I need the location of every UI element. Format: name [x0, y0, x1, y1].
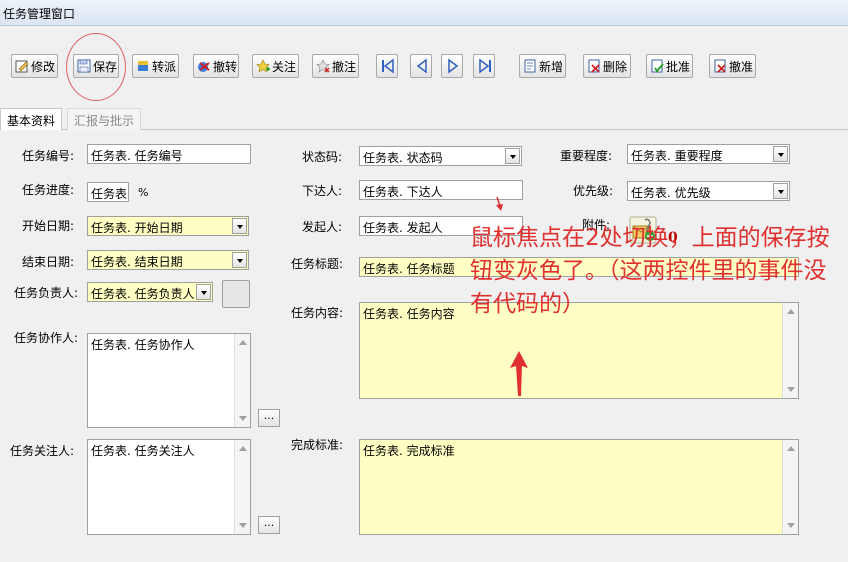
next-record-button[interactable]: [441, 54, 463, 78]
star-remove-icon: [316, 59, 330, 73]
title-label: 任务标题:: [291, 257, 344, 271]
collaborators-label: 任务协作人:: [14, 331, 79, 345]
chevron-down-icon[interactable]: [196, 284, 211, 300]
task-no-label: 任务编号:: [22, 149, 75, 163]
collaborators-memo[interactable]: 任务表. 任务协作人: [87, 333, 251, 428]
next-record-icon: [448, 58, 459, 74]
owner-picker-button[interactable]: [222, 280, 250, 308]
first-record-icon: [382, 58, 394, 74]
chevron-down-icon[interactable]: [505, 148, 520, 164]
criteria-label: 完成标准:: [291, 438, 344, 452]
previous-record-button[interactable]: [410, 54, 432, 78]
collaborators-scrollbar[interactable]: [234, 334, 250, 427]
annotation-text: 鼠标焦点在2处切换，上面的保存按钮变灰色了。（这两控件里的事件没有代码的）: [470, 225, 830, 317]
priority-label: 优先级:: [573, 184, 614, 198]
window-title: 任务管理窗口: [3, 7, 76, 21]
new-button[interactable]: 新增: [519, 54, 566, 78]
unfollow-button[interactable]: 撤注: [312, 54, 359, 78]
chevron-down-icon[interactable]: [232, 218, 247, 234]
approve-button[interactable]: 批准: [646, 54, 693, 78]
followers-browse-button[interactable]: ...: [258, 516, 280, 534]
progress-unit: %: [138, 186, 149, 199]
assigner-label: 下达人:: [302, 184, 343, 198]
end-date-combo[interactable]: 任务表. 结束日期: [87, 250, 249, 270]
progress-field[interactable]: 任务表: [87, 182, 129, 202]
follow-button[interactable]: 关注: [252, 54, 299, 78]
start-date-label: 开始日期:: [22, 219, 75, 233]
delete-document-icon: [587, 59, 601, 73]
start-date-combo[interactable]: 任务表. 开始日期: [87, 216, 249, 236]
content-label: 任务内容:: [291, 306, 344, 320]
status-combo[interactable]: 任务表. 状态码: [359, 146, 522, 166]
star-plus-icon: [256, 59, 270, 73]
annotation-arrow-up: [510, 351, 528, 396]
priority-combo[interactable]: 任务表. 优先级: [627, 181, 790, 201]
end-date-label: 结束日期:: [22, 255, 75, 269]
progress-label: 任务进度:: [22, 183, 75, 197]
first-record-button[interactable]: [376, 54, 398, 78]
transfer-button[interactable]: 转派: [132, 54, 179, 78]
transfer-icon: [136, 59, 150, 73]
annotation-circle: [66, 33, 126, 101]
task-no-field[interactable]: 任务表. 任务编号: [87, 144, 251, 164]
followers-label: 任务关注人:: [10, 444, 75, 458]
criteria-scrollbar[interactable]: [782, 440, 798, 534]
annotation-arrow-small: [496, 196, 503, 211]
importance-label: 重要程度:: [560, 149, 613, 163]
chevron-down-icon[interactable]: [773, 146, 788, 162]
tab-reports[interactable]: 汇报与批示: [67, 108, 142, 130]
importance-combo[interactable]: 任务表. 重要程度: [627, 144, 790, 164]
recall-icon: [197, 59, 211, 73]
edit-icon: [15, 59, 29, 73]
delete-button[interactable]: 删除: [583, 54, 631, 78]
toolbar: 修改 保存 转派 撤转 关注 撤注 新增 删除 批准 撤准: [0, 26, 848, 104]
last-record-button[interactable]: [473, 54, 495, 78]
new-document-icon: [523, 59, 537, 73]
form-panel: 任务编号: 任务表. 任务编号 任务进度: 任务表 % 开始日期: 任务表. 开…: [0, 130, 848, 562]
recall-button[interactable]: 撤转: [193, 54, 239, 78]
status-label: 状态码:: [302, 150, 343, 164]
collaborators-browse-button[interactable]: ...: [258, 409, 280, 427]
edit-button[interactable]: 修改: [11, 54, 58, 78]
criteria-memo[interactable]: 任务表. 完成标准: [359, 439, 799, 535]
last-record-icon: [479, 58, 491, 74]
tab-basic-info[interactable]: 基本资料: [0, 108, 63, 131]
approve-document-icon: [650, 59, 664, 73]
chevron-down-icon[interactable]: [232, 252, 247, 268]
chevron-down-icon[interactable]: [773, 183, 788, 199]
previous-record-icon: [416, 58, 427, 74]
tab-bar: 基本资料 汇报与批示: [0, 106, 848, 131]
owner-label: 任务负责人:: [14, 286, 79, 300]
unapprove-button[interactable]: 撤准: [709, 54, 756, 78]
window-titlebar: 任务管理窗口: [0, 0, 848, 26]
owner-combo[interactable]: 任务表. 任务负责人: [87, 282, 213, 302]
followers-scrollbar[interactable]: [234, 440, 250, 534]
followers-memo[interactable]: 任务表. 任务关注人: [87, 439, 251, 535]
unapprove-document-icon: [713, 59, 727, 73]
initiator-label: 发起人:: [302, 220, 343, 234]
